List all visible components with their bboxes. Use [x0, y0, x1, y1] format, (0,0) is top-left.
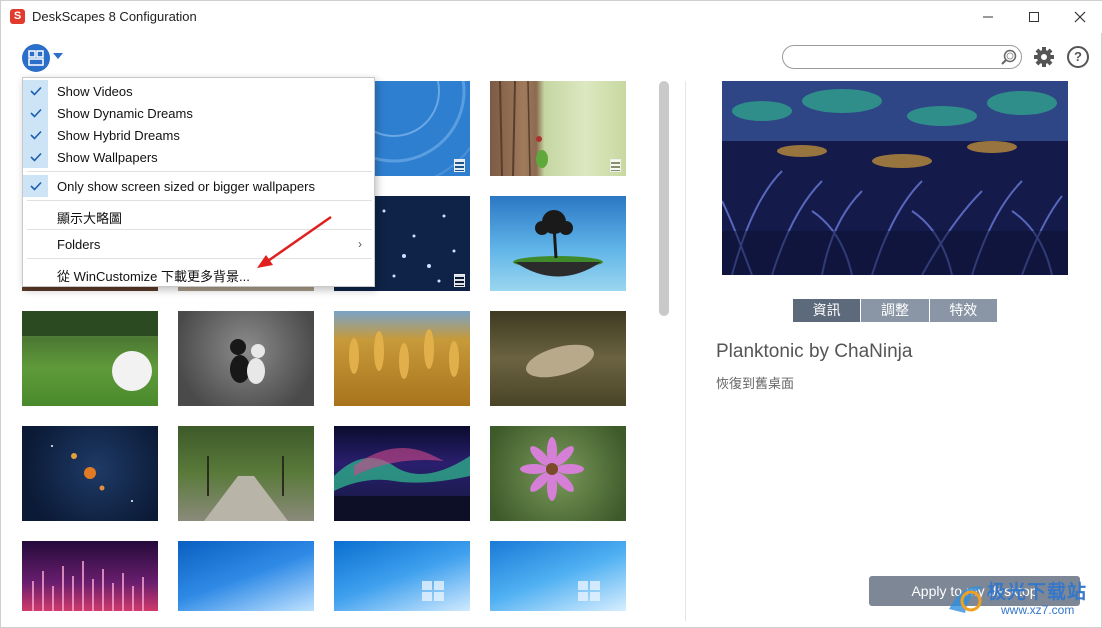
- thumbnail-image: [32, 561, 144, 611]
- thumbnail-image: [520, 437, 584, 501]
- thumbnail-cats[interactable]: [178, 311, 314, 406]
- preview-image: [722, 81, 1068, 275]
- thumbnail-golf-ball[interactable]: [22, 311, 158, 406]
- restore-desktop-link[interactable]: 恢復到舊桌面: [716, 373, 794, 392]
- maximize-button[interactable]: [1011, 1, 1057, 33]
- watermark-logo-icon: [949, 586, 983, 613]
- thumbnail-windows-blue-3[interactable]: [490, 541, 626, 611]
- view-options-button[interactable]: [22, 44, 50, 72]
- close-icon: [1074, 11, 1086, 23]
- thumbnail-image: [334, 448, 470, 521]
- maximize-icon: [1029, 12, 1039, 22]
- wallpaper-title: Planktonic by ChaNinja: [716, 341, 913, 362]
- tab-info[interactable]: 資訊: [793, 299, 862, 322]
- gear-icon[interactable]: [1033, 46, 1055, 68]
- thumbnail-image: [525, 344, 595, 378]
- thumbnail-solar-system[interactable]: [22, 426, 158, 521]
- menu-item-label: 從 WinCustomize 下載更多背景...: [57, 269, 250, 284]
- checkmark-icon: [23, 175, 48, 197]
- menu-item-label: Show Dynamic Dreams: [57, 106, 193, 121]
- checkmark-icon: [23, 146, 48, 168]
- checkmark-icon: [23, 102, 48, 124]
- scrollbar-thumb[interactable]: [659, 81, 669, 316]
- thumbnail-windows-blue-2[interactable]: [334, 541, 470, 611]
- title-bar: S DeskScapes 8 Configuration: [1, 1, 1102, 33]
- search-input[interactable]: [782, 45, 1022, 69]
- menu-item-label: Show Wallpapers: [57, 150, 158, 165]
- thumbnail-tree-bark[interactable]: [490, 81, 626, 176]
- thumbnail-tree-road[interactable]: [178, 426, 314, 521]
- menu-item-show-dynamic-dreams[interactable]: Show Dynamic Dreams: [23, 102, 374, 124]
- menu-item-label: Folders: [57, 237, 101, 252]
- thumbnail-floating-island[interactable]: [490, 196, 626, 291]
- video-badge-icon: [454, 274, 465, 287]
- tab-adjust[interactable]: 調整: [861, 299, 930, 322]
- search-icon[interactable]: [1000, 48, 1018, 66]
- chevron-down-icon[interactable]: [53, 53, 63, 59]
- thumbnail-leaf-ground[interactable]: [490, 311, 626, 406]
- thumbnail-windows-blue-1[interactable]: [178, 541, 314, 611]
- menu-item-label: Show Hybrid Dreams: [57, 128, 180, 143]
- watermark-url: www.xz7.com: [1001, 603, 1075, 617]
- thumbnail-image: [204, 456, 288, 521]
- checkmark-icon: [23, 80, 48, 102]
- menu-item-show-hybrid-dreams[interactable]: Show Hybrid Dreams: [23, 124, 374, 146]
- checkmark-icon: [23, 124, 48, 146]
- minimize-icon: [983, 16, 993, 18]
- thumbnail-wheat[interactable]: [334, 311, 470, 406]
- chevron-right-icon: ›: [358, 237, 362, 251]
- menu-item-show-wallpapers[interactable]: Show Wallpapers: [23, 146, 374, 168]
- thumbnail-image: [349, 329, 459, 379]
- thumbnail-image: [22, 311, 158, 391]
- thumbnail-aurora[interactable]: [334, 426, 470, 521]
- thumbnail-image: [513, 210, 603, 277]
- thumbnail-image: [422, 581, 444, 601]
- thumbnail-image: [230, 339, 265, 384]
- video-badge-icon: [610, 159, 621, 172]
- menu-item-label: 顯示大略圖: [57, 211, 123, 226]
- menu-separator: [27, 171, 372, 172]
- menu-item-label: Show Videos: [57, 84, 133, 99]
- preview-artwork: [722, 81, 1068, 275]
- thumbnail-image: [499, 81, 548, 176]
- thumbnail-sound-bars[interactable]: [22, 541, 158, 611]
- thumbnail-image: [578, 581, 600, 601]
- help-icon[interactable]: ?: [1067, 46, 1089, 68]
- close-button[interactable]: [1057, 1, 1102, 33]
- annotation-arrow-icon: [257, 215, 332, 268]
- menu-item-label: Only show screen sized or bigger wallpap…: [57, 179, 315, 194]
- thumbnail-pink-flower[interactable]: [490, 426, 626, 521]
- thumbnail-image: [51, 445, 133, 502]
- detail-tabs: 資訊 調整 特效: [793, 299, 997, 322]
- menu-item-screen-sized[interactable]: Only show screen sized or bigger wallpap…: [23, 175, 374, 197]
- minimize-button[interactable]: [965, 1, 1011, 33]
- app-window: S DeskScapes 8 Configuration ? Show Vide…: [0, 0, 1102, 628]
- menu-separator: [27, 200, 372, 201]
- window-title: DeskScapes 8 Configuration: [32, 9, 197, 24]
- tab-effects[interactable]: 特效: [929, 299, 997, 322]
- app-logo-icon: S: [10, 9, 25, 24]
- menu-item-show-videos[interactable]: Show Videos: [23, 80, 374, 102]
- panel-divider: [685, 81, 686, 621]
- watermark: 极光下载站 www.xz7.com: [943, 577, 1095, 623]
- watermark-text: 极光下载站: [987, 582, 1088, 603]
- view-grid-icon: [28, 50, 44, 66]
- video-badge-icon: [454, 159, 465, 172]
